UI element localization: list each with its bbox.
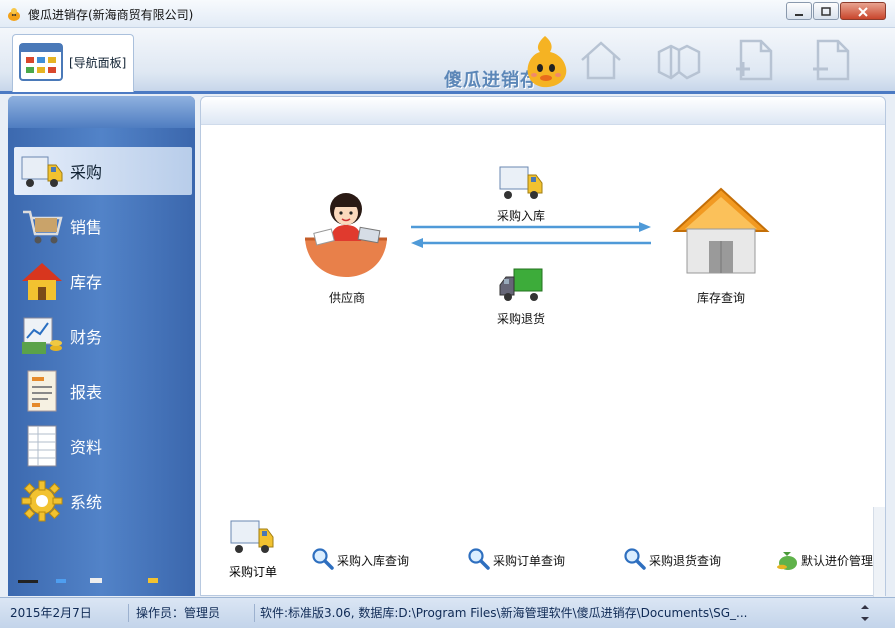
add-page-icon[interactable] [731,38,777,82]
purchase-order-link[interactable]: 采购订单 [229,517,309,579]
mascot-logo-icon [527,36,567,88]
toolbar: [导航面板] 傻瓜进销存 [0,28,895,94]
return-label[interactable]: 采购退货 [497,310,545,327]
status-date: 2015年2月7日 [10,606,92,620]
app-logo-icon [8,8,20,21]
default-price-link[interactable]: 默认进价管理 [775,545,875,573]
sidebar-item-label: 库存 [70,273,103,292]
inbound-query-label: 采购入库查询 [337,554,410,568]
sidebar-item-system[interactable]: 系统 [14,477,192,525]
minimize-button[interactable] [786,2,812,20]
close-icon [858,7,868,17]
document-icon [27,425,57,467]
status-software-db: 软件:标准版3.06, 数据库:D:\Program Files\新海管理软件\… [260,606,748,620]
return-query-label: 采购退货查询 [649,554,722,568]
magnifier-icon [624,548,646,570]
money-icon [22,317,62,354]
house-icon [22,263,62,300]
return-truck-icon[interactable] [498,267,544,305]
main-panel: 供应商 采购入库 采购退货 库存查询 采购订单 采购入库查询 采购订单查询 采购… [200,96,886,597]
main-panel-header [201,97,885,125]
status-scroll-icon[interactable] [858,604,872,622]
gear-icon [21,480,63,522]
status-operator: 操作员：管理员 [136,606,221,620]
remove-page-icon[interactable] [808,38,854,82]
order-query-link[interactable]: 采购订单查询 [467,545,597,573]
main-scrollbar[interactable] [873,507,885,597]
order-query-label: 采购订单查询 [493,554,566,568]
sidebar-item-reports[interactable]: 报表 [14,367,192,415]
supplier-label[interactable]: 供应商 [329,289,365,306]
magnifier-icon [468,548,490,570]
purchase-order-label: 采购订单 [229,565,278,579]
sidebar-item-label: 系统 [70,493,103,512]
title-bar: 傻瓜进销存(新海商贸有限公司) [0,0,895,28]
sidebar-item-purchase[interactable]: 采购 [14,147,192,195]
sidebar-item-label: 财务 [70,328,103,347]
sidebar-header [8,96,195,128]
sidebar-overflow-icons [18,578,158,583]
window-title: 傻瓜进销存(新海商贸有限公司) [28,8,194,22]
maximize-button[interactable] [813,2,839,20]
cubes-icon[interactable] [655,38,701,82]
sidebar-item-label: 报表 [70,383,103,402]
cart-icon [23,210,63,244]
inbound-query-link[interactable]: 采购入库查询 [311,545,441,573]
nav-panel-icon [19,43,63,81]
stock-query-label[interactable]: 库存查询 [697,289,745,306]
truck-icon [230,520,274,553]
magnifier-icon [312,548,334,570]
warehouse-icon[interactable] [671,183,771,279]
sidebar: 采购 销售 库存 财务 报表 资料 系统 [8,96,195,596]
sidebar-item-inventory[interactable]: 库存 [14,257,192,305]
sidebar-item-data[interactable]: 资料 [14,422,192,470]
inbound-truck-icon[interactable] [498,163,544,203]
status-bar: 2015年2月7日 操作员：管理员 软件:标准版3.06, 数据库:D:\Pro… [0,597,895,628]
close-button[interactable] [840,2,886,20]
minimize-icon [795,14,803,16]
report-icon [27,370,57,412]
sidebar-item-finance[interactable]: 财务 [14,312,192,360]
money-bag-icon [777,552,797,570]
status-separator [128,604,129,622]
sidebar-item-label: 采购 [70,163,103,182]
return-query-link[interactable]: 采购退货查询 [623,545,753,573]
status-separator [254,604,255,622]
truck-icon [21,156,63,187]
default-price-label: 默认进价管理 [801,554,874,568]
sidebar-item-label: 销售 [70,218,103,237]
inbound-label[interactable]: 采购入库 [497,207,545,224]
maximize-icon [821,7,831,16]
home-icon[interactable] [578,38,624,82]
supplier-icon[interactable] [301,187,391,282]
nav-panel-tab[interactable]: [导航面板] [12,34,134,92]
sidebar-item-label: 资料 [70,438,103,457]
nav-panel-label: [导航面板] [69,56,127,70]
sidebar-item-sales[interactable]: 销售 [14,202,192,250]
